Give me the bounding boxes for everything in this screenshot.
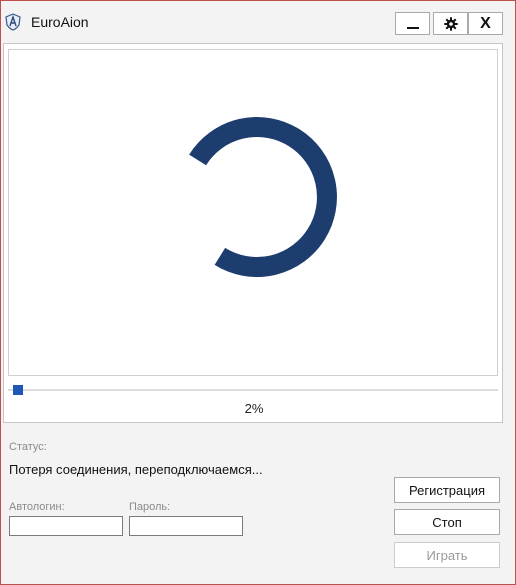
password-field[interactable]	[129, 516, 243, 536]
news-view	[8, 49, 498, 376]
gear-icon	[443, 16, 458, 31]
minimize-icon	[406, 26, 419, 29]
progress-indicator	[12, 385, 23, 395]
title-bar[interactable]: EuroAion X	[1, 1, 515, 41]
stop-button[interactable]: Стоп	[394, 509, 500, 535]
status-label: Статус:	[9, 441, 47, 453]
play-button[interactable]: Играть	[394, 542, 500, 568]
loading-spinner-icon	[189, 117, 337, 277]
progress-track	[8, 389, 498, 391]
launcher-window: EuroAion X 2% Статус: Потеря соединения,…	[0, 0, 516, 585]
autologin-field[interactable]	[9, 516, 123, 536]
minimize-button[interactable]	[395, 12, 430, 35]
settings-button[interactable]	[433, 12, 468, 35]
app-logo-icon	[5, 13, 21, 31]
register-button[interactable]: Регистрация	[394, 477, 500, 503]
status-text: Потеря соединения, переподключаемся...	[9, 462, 263, 477]
close-button[interactable]: X	[468, 12, 503, 35]
progress-percent: 2%	[244, 401, 264, 416]
content-panel: 2%	[3, 43, 503, 423]
window-title: EuroAion	[31, 14, 89, 30]
password-label: Пароль:	[129, 501, 171, 513]
autologin-label: Автологин:	[9, 501, 65, 513]
